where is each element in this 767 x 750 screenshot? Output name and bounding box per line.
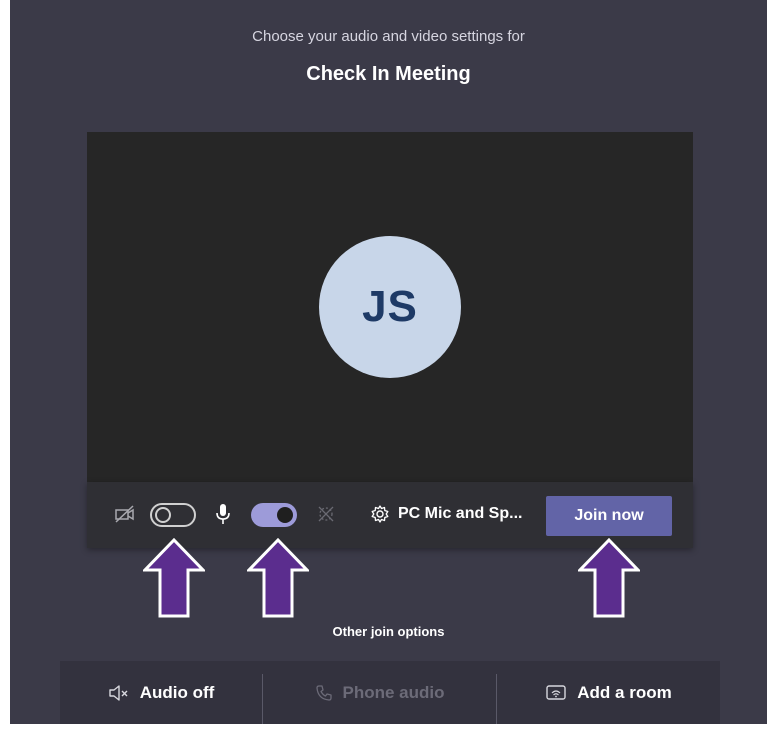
other-join-options: Audio off Phone audio Add a room: [60, 661, 720, 724]
other-join-options-heading: Other join options: [332, 624, 445, 639]
avatar: JS: [319, 236, 461, 378]
phone-audio-option[interactable]: Phone audio: [263, 661, 496, 724]
settings-subtitle: Choose your audio and video settings for: [252, 28, 525, 45]
cast-room-icon: [546, 684, 566, 700]
speaker-muted-icon: [109, 684, 128, 701]
camera-toggle[interactable]: [150, 503, 196, 527]
audio-device-selector[interactable]: PC Mic and Sp...: [398, 505, 522, 523]
annotation-arrow-camera: [143, 538, 205, 618]
camera-off-icon: [113, 502, 137, 526]
prejoin-screen: Choose your audio and video settings for…: [10, 0, 767, 724]
video-preview: JS: [87, 132, 693, 482]
annotation-arrow-join: [578, 538, 640, 618]
meeting-title: Check In Meeting: [306, 63, 471, 85]
join-now-button[interactable]: Join now: [546, 496, 672, 536]
annotation-arrow-microphone: [247, 538, 309, 618]
phone-audio-label: Phone audio: [342, 682, 445, 702]
camera-toggle-knob: [155, 507, 171, 523]
background-effects-icon[interactable]: [315, 502, 337, 526]
phone-icon: [315, 684, 332, 701]
gear-icon[interactable]: [369, 503, 391, 525]
microphone-toggle-knob: [277, 507, 293, 523]
microphone-icon: [213, 502, 233, 526]
microphone-toggle[interactable]: [251, 503, 297, 527]
audio-off-option[interactable]: Audio off: [60, 661, 262, 724]
add-a-room-label: Add a room: [577, 682, 672, 702]
audio-off-label: Audio off: [139, 682, 215, 702]
add-a-room-option[interactable]: Add a room: [497, 661, 720, 724]
